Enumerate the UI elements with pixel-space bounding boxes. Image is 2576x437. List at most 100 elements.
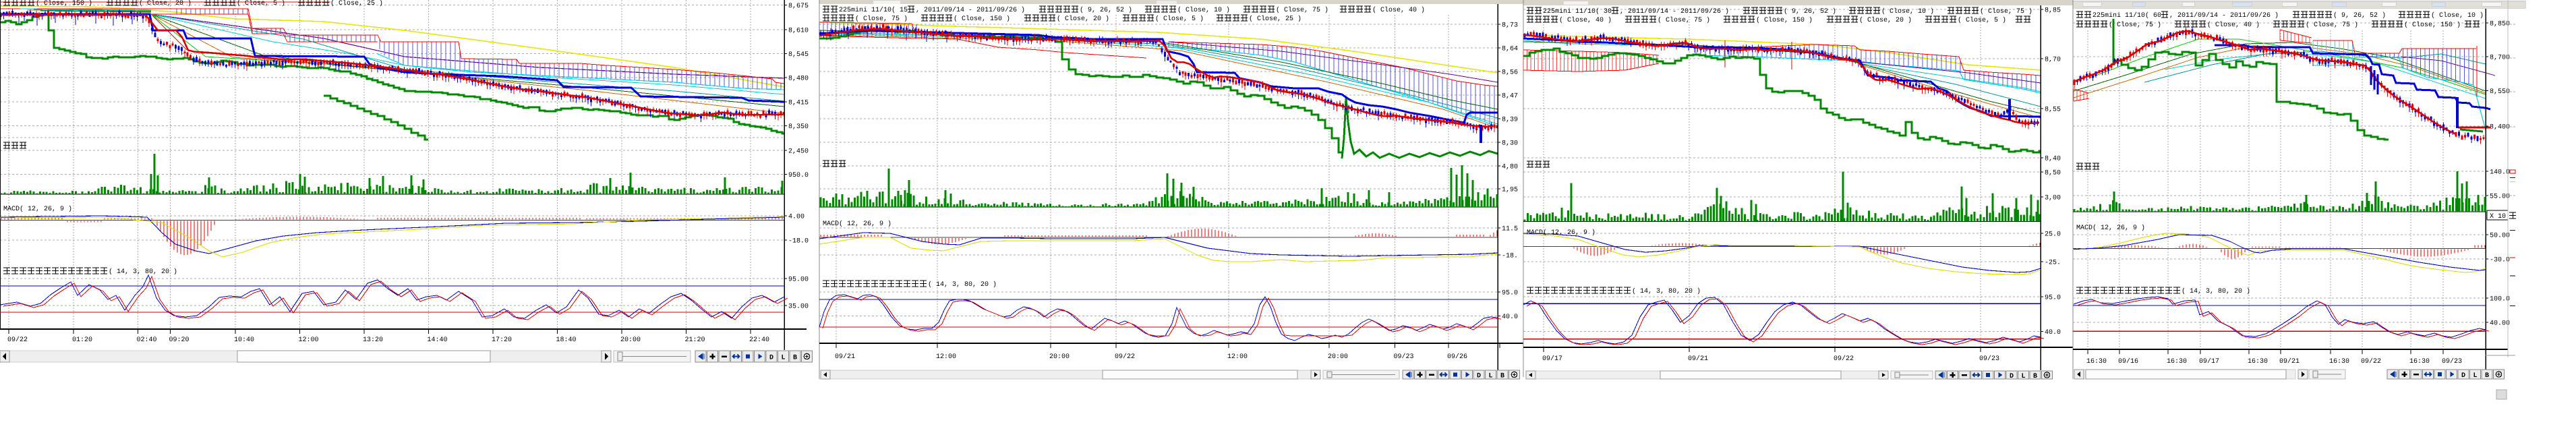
svg-text:11.5: 11.5 <box>1502 226 1518 233</box>
svg-text:95.00: 95.00 <box>788 276 809 284</box>
svg-text:( Close, 20 ): ( Close, 20 ) <box>1057 15 1109 23</box>
svg-text:8,50: 8,50 <box>2045 170 2061 177</box>
svg-text:, 2011/09/14 - 2011/09/26 ): , 2011/09/14 - 2011/09/26 ) <box>916 6 1025 14</box>
svg-text:16:30: 16:30 <box>2248 358 2268 366</box>
svg-text:95.0: 95.0 <box>2045 295 2061 302</box>
svg-text:8,675: 8,675 <box>788 3 809 10</box>
svg-text:22:40: 22:40 <box>749 337 769 344</box>
svg-text:X 10: X 10 <box>2490 213 2506 221</box>
svg-text:D: D <box>2010 373 2014 380</box>
svg-text:8,30: 8,30 <box>1502 140 1518 148</box>
svg-text:MACD( 12, 26, 9 ): MACD( 12, 26, 9 ) <box>3 205 72 213</box>
svg-text:8,700: 8,700 <box>2490 55 2510 62</box>
svg-text:( Close, 20 ): ( Close, 20 ) <box>139 0 192 7</box>
svg-text:09/23: 09/23 <box>1979 355 1999 363</box>
svg-text:02:40: 02:40 <box>137 337 157 344</box>
svg-text:( Close, 75 ): ( Close, 75 ) <box>1980 7 2032 16</box>
svg-text:B: B <box>2033 373 2037 380</box>
svg-text:8,545: 8,545 <box>788 51 809 59</box>
svg-text:16:30: 16:30 <box>2086 358 2107 366</box>
svg-text:-18.: -18. <box>1502 253 1518 260</box>
svg-text:-25.: -25. <box>2045 260 2061 267</box>
svg-text:8,610: 8,610 <box>788 27 809 34</box>
svg-text:L: L <box>2473 372 2477 380</box>
svg-text:( Close, 5 ): ( Close, 5 ) <box>1958 16 2006 24</box>
svg-text:( Close, 75 ): ( Close, 75 ) <box>2306 21 2358 29</box>
svg-text:35.00: 35.00 <box>788 303 809 311</box>
svg-text:( 14, 3, 80, 20 ): ( 14, 3, 80, 20 ) <box>109 268 177 276</box>
svg-text:8,39: 8,39 <box>1502 117 1518 124</box>
svg-text:8,550: 8,550 <box>2490 88 2510 96</box>
svg-text:09/21: 09/21 <box>835 353 855 361</box>
svg-text:13:20: 13:20 <box>363 337 383 344</box>
svg-text:09/16: 09/16 <box>2118 357 2138 366</box>
svg-text:8,85: 8,85 <box>2045 7 2061 15</box>
svg-text:12:00: 12:00 <box>936 353 956 361</box>
svg-text:20:00: 20:00 <box>620 337 641 344</box>
svg-text:950.0: 950.0 <box>788 172 809 179</box>
svg-text:8,56: 8,56 <box>1502 69 1518 77</box>
svg-text:8,40: 8,40 <box>2045 156 2061 163</box>
svg-text:( Close, 40 ): ( Close, 40 ) <box>2207 21 2260 29</box>
svg-text:( 14, 3, 80, 20 ): ( 14, 3, 80, 20 ) <box>928 281 997 289</box>
svg-text:09/22: 09/22 <box>7 336 28 344</box>
svg-text:16:30: 16:30 <box>2167 358 2187 366</box>
svg-text:225mini 11/10( 15: 225mini 11/10( 15 <box>839 6 908 14</box>
svg-text:B: B <box>2485 372 2489 380</box>
svg-text:09:20: 09:20 <box>169 337 189 344</box>
svg-text:09/22: 09/22 <box>1115 353 1135 361</box>
svg-text:( Close, 5 ): ( Close, 5 ) <box>237 0 285 7</box>
svg-text:21:20: 21:20 <box>685 337 705 344</box>
svg-text:09/17: 09/17 <box>2199 357 2219 366</box>
svg-text:( Close, 25 ): ( Close, 25 ) <box>1249 15 1301 23</box>
svg-text:12:00: 12:00 <box>299 337 319 344</box>
svg-text:( 9, 26, 52 ): ( 9, 26, 52 ) <box>1080 6 1132 14</box>
svg-text:, 2011/09/14 - 2011/09/26 ): , 2011/09/14 - 2011/09/26 ) <box>2169 11 2279 20</box>
svg-text:( Close, 150 ): ( Close, 150 ) <box>36 0 92 7</box>
svg-text:09/23: 09/23 <box>1394 353 1414 361</box>
svg-text:( Close, 75 ): ( Close, 75 ) <box>1658 16 1710 24</box>
svg-text:( 9, 26, 52 ): ( 9, 26, 52 ) <box>1784 7 1836 16</box>
svg-text:( Close, 40 ): ( Close, 40 ) <box>1372 6 1425 14</box>
svg-text:01:20: 01:20 <box>72 337 92 344</box>
svg-text:12:00: 12:00 <box>1227 353 1248 361</box>
svg-text:( Close, 10 ): ( Close, 10 ) <box>2431 11 2484 20</box>
svg-text:09/22: 09/22 <box>1834 355 1854 363</box>
svg-text:( Close, 10 ): ( Close, 10 ) <box>1881 7 1934 16</box>
svg-text:1,95: 1,95 <box>1502 187 1518 194</box>
svg-text:225mini 11/10( 30: 225mini 11/10( 30 <box>1543 7 1612 16</box>
svg-text:-30.0: -30.0 <box>2490 257 2510 264</box>
svg-text:8,350: 8,350 <box>788 123 809 131</box>
svg-text:18:40: 18:40 <box>556 337 577 344</box>
svg-text:55.00: 55.00 <box>2490 194 2510 201</box>
svg-text:D: D <box>769 355 773 362</box>
svg-text:L: L <box>2021 373 2025 380</box>
svg-text:8,47: 8,47 <box>1502 93 1518 100</box>
svg-text:17:20: 17:20 <box>492 337 512 344</box>
svg-text:8,400: 8,400 <box>2490 124 2510 132</box>
svg-text:8,55: 8,55 <box>2045 107 2061 114</box>
svg-text:MACD( 12, 26, 9 ): MACD( 12, 26, 9 ) <box>823 220 891 228</box>
svg-text:D: D <box>1477 373 1481 380</box>
svg-text:40.0: 40.0 <box>2045 329 2061 337</box>
svg-text:20:00: 20:00 <box>1328 353 1348 361</box>
svg-text:( Close, 75 ): ( Close, 75 ) <box>2109 21 2161 29</box>
svg-text:B: B <box>1500 373 1504 380</box>
svg-text:2,450: 2,450 <box>788 148 809 155</box>
svg-text:B: B <box>793 355 797 362</box>
svg-text:95.0: 95.0 <box>1502 290 1518 297</box>
svg-text:4.00: 4.00 <box>788 214 804 221</box>
svg-text:( Close, 40 ): ( Close, 40 ) <box>1559 16 1612 24</box>
svg-text:09/26: 09/26 <box>1447 353 1467 361</box>
svg-text:( Close, 75 ): ( Close, 75 ) <box>855 15 908 23</box>
svg-text:8,64: 8,64 <box>1502 46 1518 53</box>
svg-text:10:40: 10:40 <box>234 337 254 344</box>
svg-text:MACD( 12, 26, 9 ): MACD( 12, 26, 9 ) <box>1527 229 1596 237</box>
svg-text:25.0: 25.0 <box>2045 231 2061 239</box>
svg-text:20:00: 20:00 <box>1049 353 1070 361</box>
svg-text:8,70: 8,70 <box>2045 57 2061 64</box>
svg-text:( Close, 25 ): ( Close, 25 ) <box>330 0 383 7</box>
svg-text:L: L <box>1488 373 1492 380</box>
svg-text:( Close, 150 ): ( Close, 150 ) <box>1756 16 1813 24</box>
svg-text:L: L <box>781 355 785 362</box>
